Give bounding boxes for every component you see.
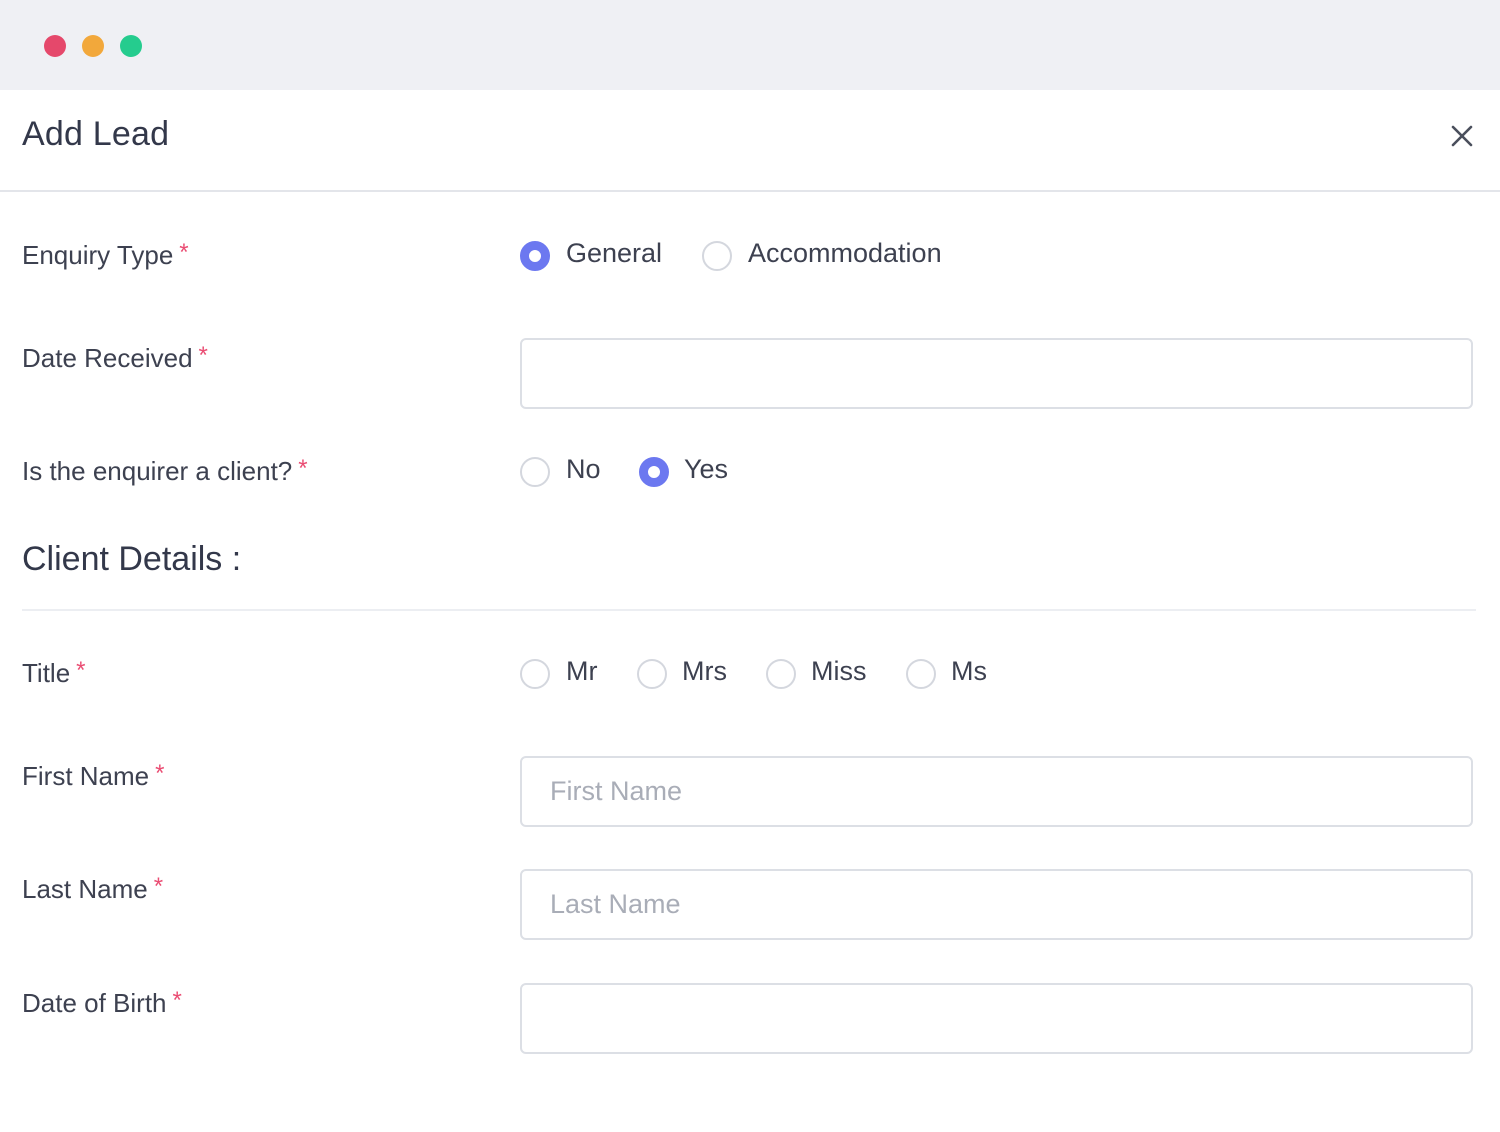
radio-title-mrs[interactable] <box>637 659 667 689</box>
close-icon <box>1451 125 1473 147</box>
date-received-input[interactable] <box>520 338 1473 409</box>
required-marker: * <box>298 455 308 482</box>
radio-client-no-label[interactable]: No <box>566 454 601 485</box>
last-name-label: Last Name * <box>22 873 164 904</box>
window-titlebar <box>0 0 1500 90</box>
window-close-dot[interactable] <box>44 35 66 57</box>
required-marker: * <box>155 760 165 787</box>
radio-enquiry-accommodation-label[interactable]: Accommodation <box>748 238 942 269</box>
is-client-label: Is the enquirer a client? * <box>22 455 308 486</box>
radio-title-miss[interactable] <box>766 659 796 689</box>
radio-title-mrs-label[interactable]: Mrs <box>682 656 727 687</box>
date-of-birth-label: Date of Birth * <box>22 987 182 1018</box>
radio-client-no[interactable] <box>520 457 550 487</box>
window-maximize-dot[interactable] <box>120 35 142 57</box>
modal-title: Add Lead <box>22 115 170 153</box>
radio-title-ms[interactable] <box>906 659 936 689</box>
radio-client-yes[interactable] <box>639 457 669 487</box>
title-label: Title * <box>22 657 86 688</box>
close-button[interactable] <box>1444 118 1480 154</box>
radio-title-mr[interactable] <box>520 659 550 689</box>
modal-header: Add Lead <box>0 90 1500 192</box>
first-name-input[interactable] <box>520 756 1473 827</box>
radio-title-ms-label[interactable]: Ms <box>951 656 987 687</box>
section-divider <box>22 609 1476 611</box>
radio-enquiry-general[interactable] <box>520 241 550 271</box>
required-marker: * <box>198 342 208 369</box>
required-marker: * <box>76 657 86 684</box>
window-minimize-dot[interactable] <box>82 35 104 57</box>
last-name-input[interactable] <box>520 869 1473 940</box>
required-marker: * <box>179 239 189 266</box>
first-name-label: First Name * <box>22 760 165 791</box>
radio-enquiry-general-label[interactable]: General <box>566 238 662 269</box>
radio-title-miss-label[interactable]: Miss <box>811 656 867 687</box>
client-details-heading: Client Details : <box>22 540 242 578</box>
required-marker: * <box>153 873 164 900</box>
date-received-label: Date Received * <box>22 342 208 373</box>
radio-title-mr-label[interactable]: Mr <box>566 656 597 687</box>
date-of-birth-input[interactable] <box>520 983 1473 1054</box>
radio-client-yes-label[interactable]: Yes <box>684 454 728 485</box>
radio-enquiry-accommodation[interactable] <box>702 241 732 271</box>
enquiry-type-label: Enquiry Type * <box>22 239 189 270</box>
required-marker: * <box>172 987 182 1014</box>
